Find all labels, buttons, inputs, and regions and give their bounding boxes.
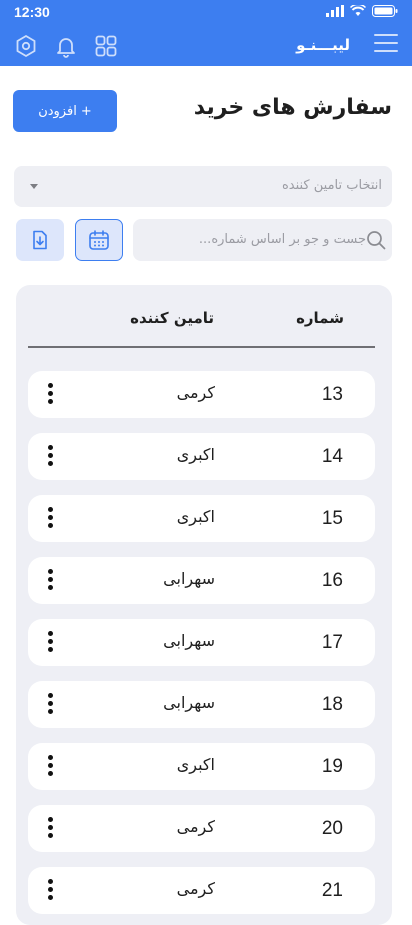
grid-icon[interactable]	[94, 34, 118, 58]
row-number: 14	[321, 446, 343, 467]
column-header-number[interactable]: شماره	[296, 309, 344, 327]
header-divider	[28, 346, 375, 348]
calendar-icon	[89, 230, 109, 250]
more-vertical-icon[interactable]	[46, 507, 54, 529]
row-supplier: اکبری	[176, 507, 215, 526]
add-button[interactable]: + افزودن	[13, 90, 117, 132]
battery-icon	[372, 5, 398, 17]
row-number: 21	[321, 880, 343, 901]
table-row[interactable]: 19 اکبری	[28, 743, 375, 790]
more-vertical-icon[interactable]	[46, 817, 54, 839]
table-row[interactable]: 21 کرمی	[28, 867, 375, 914]
row-number: 17	[321, 632, 343, 653]
download-button[interactable]	[16, 219, 64, 261]
app-logo[interactable]: لیبـــنـو	[296, 36, 350, 54]
bell-icon[interactable]	[54, 34, 78, 58]
signal-icon	[326, 5, 344, 17]
more-vertical-icon[interactable]	[46, 569, 54, 591]
table-row[interactable]: 20 کرمی	[28, 805, 375, 852]
more-vertical-icon[interactable]	[46, 383, 54, 405]
more-vertical-icon[interactable]	[46, 693, 54, 715]
more-vertical-icon[interactable]	[46, 755, 54, 777]
table-row[interactable]: 15 اکبری	[28, 495, 375, 542]
app-header: 12:30 لیبـــنـو	[0, 0, 412, 66]
table-row[interactable]: 17 سهرابی	[28, 619, 375, 666]
row-number: 19	[321, 756, 343, 777]
table-row[interactable]: 13 کرمی	[28, 371, 375, 418]
page-title: سفارش های خرید	[193, 95, 392, 120]
table-row[interactable]: 14 اکبری	[28, 433, 375, 480]
settings-hex-icon[interactable]	[14, 34, 38, 58]
menu-icon[interactable]	[374, 34, 398, 54]
search-input[interactable]: جست و جو بر اساس شماره...	[133, 219, 392, 261]
row-supplier: کرمی	[176, 817, 215, 836]
supplier-select-placeholder: انتخاب تامین کننده	[281, 178, 382, 193]
calendar-button[interactable]	[75, 219, 123, 261]
row-number: 20	[321, 818, 343, 839]
row-supplier: کرمی	[176, 879, 215, 898]
status-icons	[326, 5, 398, 17]
more-vertical-icon[interactable]	[46, 445, 54, 467]
search-placeholder: جست و جو بر اساس شماره...	[198, 232, 366, 247]
more-vertical-icon[interactable]	[46, 879, 54, 901]
row-number: 13	[321, 384, 343, 405]
row-supplier: اکبری	[176, 755, 215, 774]
row-number: 18	[321, 694, 343, 715]
row-supplier: سهرابی	[163, 693, 215, 712]
orders-table: شماره تامین کننده 13 کرمی 14 اکبری 15 اک…	[16, 285, 392, 925]
row-supplier: سهرابی	[163, 631, 215, 650]
status-time: 12:30	[14, 4, 50, 20]
search-icon	[367, 231, 386, 250]
chevron-down-icon	[30, 184, 38, 189]
more-vertical-icon[interactable]	[46, 631, 54, 653]
row-number: 15	[321, 508, 343, 529]
column-header-supplier[interactable]: تامین کننده	[130, 309, 214, 327]
download-icon	[33, 230, 47, 250]
wifi-icon	[350, 5, 366, 16]
supplier-select[interactable]: انتخاب تامین کننده	[14, 166, 392, 207]
table-row[interactable]: 18 سهرابی	[28, 681, 375, 728]
row-supplier: سهرابی	[163, 569, 215, 588]
row-supplier: اکبری	[176, 445, 215, 464]
table-row[interactable]: 16 سهرابی	[28, 557, 375, 604]
row-number: 16	[321, 570, 343, 591]
row-supplier: کرمی	[176, 383, 215, 402]
